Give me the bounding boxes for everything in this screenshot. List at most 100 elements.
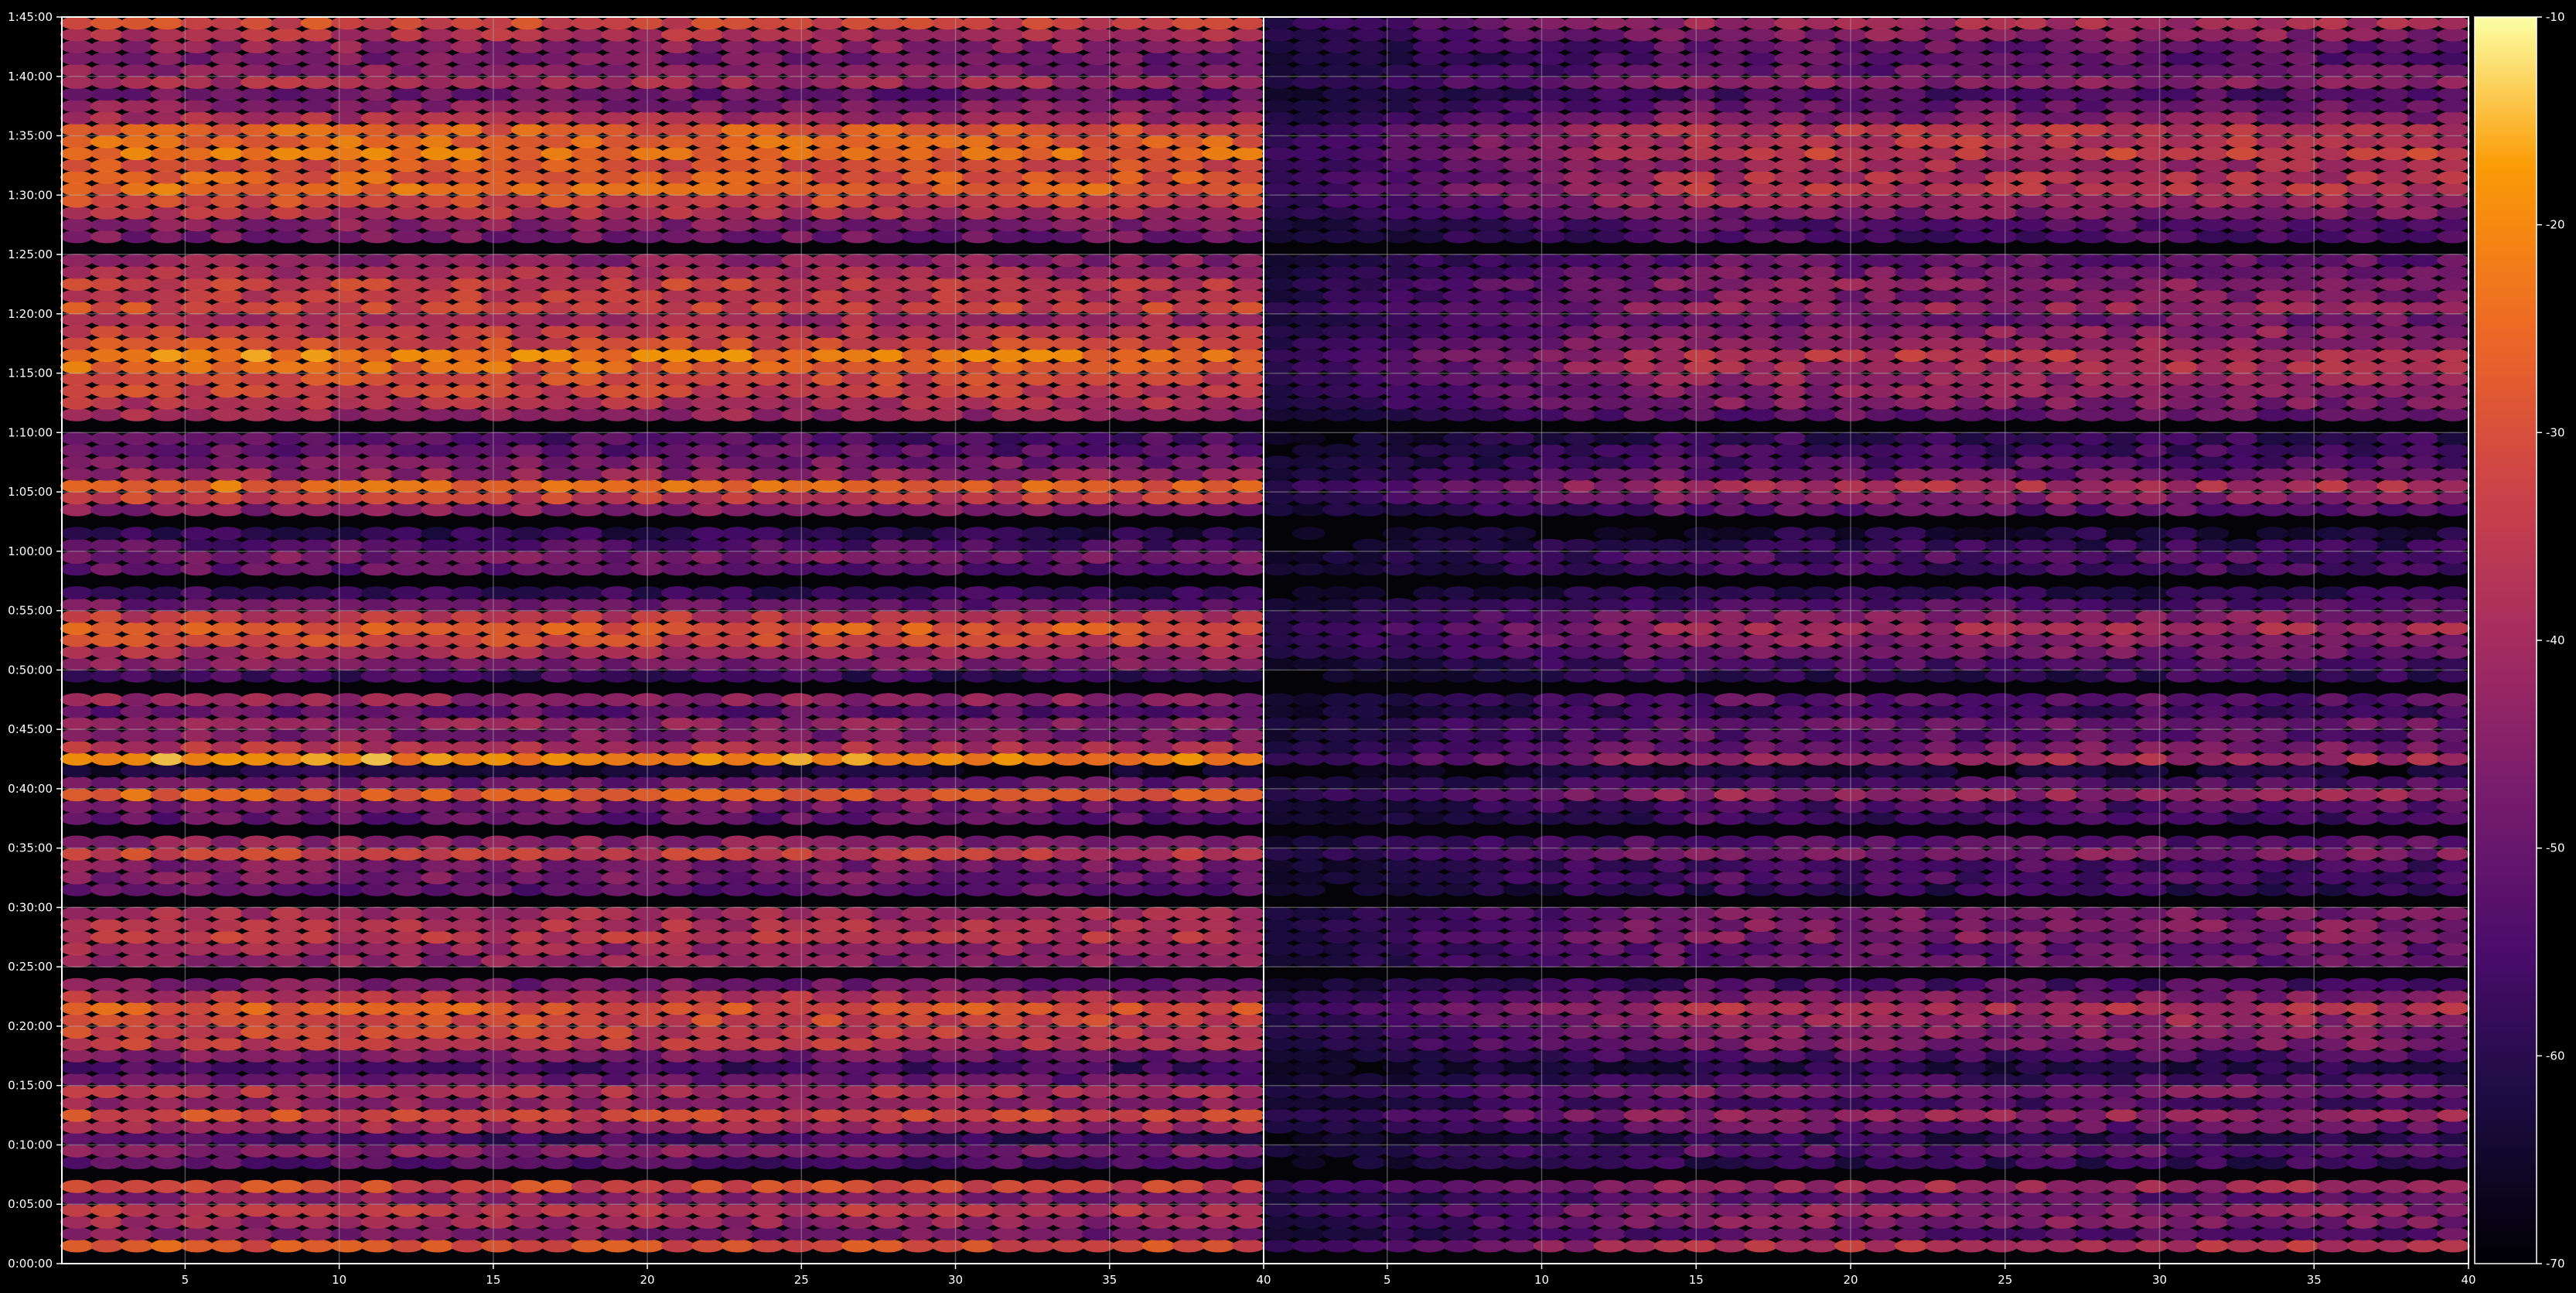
heat-cell — [1022, 503, 1055, 517]
heat-cell — [1292, 990, 1326, 1004]
heat-cell — [1172, 609, 1206, 623]
heat-cell — [1442, 1108, 1476, 1122]
heat-cell — [241, 1084, 274, 1098]
heat-cell — [571, 942, 605, 956]
heat-cell — [2437, 942, 2470, 956]
heat-cell — [2316, 1179, 2350, 1193]
heat-cell — [691, 28, 725, 42]
heat-cell — [120, 123, 154, 137]
heat-cell — [330, 265, 364, 279]
heat-cell — [931, 752, 965, 766]
heat-cell — [991, 919, 1025, 932]
heat-cell — [601, 159, 635, 172]
heat-cell — [210, 657, 244, 671]
heat-cell — [1593, 954, 1627, 967]
heat-cell — [1744, 1108, 1778, 1122]
heat-cell — [1141, 740, 1175, 754]
heat-cell — [1623, 1097, 1657, 1110]
heat-cell — [150, 1049, 184, 1063]
heat-cell — [1202, 1073, 1236, 1087]
heat-cell — [1653, 1061, 1687, 1075]
heat-cell — [691, 87, 725, 101]
heat-cell — [2316, 1013, 2350, 1027]
heat-cell — [1172, 704, 1206, 718]
heat-cell — [241, 147, 274, 161]
heat-cell — [510, 990, 544, 1004]
heat-cell — [1052, 693, 1085, 707]
heat-cell — [451, 254, 484, 268]
heat-cell — [541, 479, 575, 493]
heat-cell — [931, 586, 965, 600]
heat-cell — [150, 930, 184, 944]
heat-cell — [1232, 871, 1265, 885]
heat-cell — [480, 728, 514, 742]
heat-cell — [480, 479, 514, 493]
heat-cell — [931, 835, 965, 849]
heat-cell — [480, 313, 514, 326]
heat-cell — [781, 859, 815, 873]
heat-cell — [541, 609, 575, 623]
heat-cell — [2256, 1001, 2290, 1015]
heat-cell — [841, 301, 875, 315]
heat-cell — [1202, 16, 1236, 30]
heat-cell — [391, 527, 425, 541]
heat-cell — [1141, 218, 1175, 232]
heat-cell — [60, 455, 94, 469]
heat-cell — [150, 764, 184, 778]
heat-cell — [1533, 1156, 1567, 1169]
heat-cell — [510, 954, 544, 967]
heat-cell — [841, 1179, 875, 1193]
heat-cell — [300, 455, 334, 469]
heat-cell — [210, 882, 244, 896]
heat-cell — [1111, 764, 1145, 778]
heat-cell — [271, 325, 304, 339]
x-tick-label: 20 — [640, 1273, 655, 1287]
heat-cell — [1563, 1025, 1597, 1039]
heat-cell — [1111, 1203, 1145, 1217]
heat-cell — [721, 598, 755, 612]
heat-cell — [1804, 1120, 1838, 1134]
heat-cell — [330, 1120, 364, 1134]
heat-cell — [1141, 313, 1175, 326]
heat-cell — [2407, 1156, 2441, 1169]
heat-cell — [1141, 1239, 1175, 1253]
heat-cell — [781, 954, 815, 967]
heat-cell — [601, 432, 635, 445]
heat-cell — [1503, 942, 1537, 956]
heat-cell — [210, 170, 244, 184]
heat-cell — [901, 1144, 935, 1158]
heat-cell — [2075, 1227, 2109, 1241]
heat-cell — [2376, 882, 2411, 896]
heat-cell — [872, 123, 905, 137]
heat-cell — [1052, 1239, 1085, 1253]
heat-cell — [571, 1192, 605, 1206]
heat-cell — [210, 1179, 244, 1193]
heat-cell — [60, 871, 94, 885]
heat-cell — [120, 811, 154, 825]
heat-cell — [601, 123, 635, 137]
heat-cell — [480, 443, 514, 457]
heat-cell — [120, 360, 154, 374]
heat-cell — [271, 990, 304, 1004]
heat-cell — [451, 408, 484, 421]
heat-cell — [1052, 598, 1085, 612]
heat-cell — [241, 645, 274, 659]
heat-cell — [781, 693, 815, 707]
heat-cell — [1052, 1073, 1085, 1087]
heat-cell — [751, 396, 785, 410]
heat-cell — [90, 1049, 124, 1063]
heat-cell — [1804, 1239, 1838, 1253]
heat-cell — [391, 1001, 425, 1015]
heat-cell — [1472, 1239, 1506, 1253]
heat-cell — [2075, 1120, 2109, 1134]
heat-cell — [901, 1108, 935, 1122]
heat-cell — [1172, 301, 1206, 315]
heat-cell — [841, 871, 875, 885]
heat-cell — [2135, 1108, 2169, 1122]
heat-cell — [1865, 1073, 1898, 1087]
heat-cell — [1322, 954, 1356, 967]
heat-cell — [541, 598, 575, 612]
heat-cell — [480, 704, 514, 718]
heat-cell — [751, 39, 785, 53]
heat-cell — [1623, 1108, 1657, 1122]
